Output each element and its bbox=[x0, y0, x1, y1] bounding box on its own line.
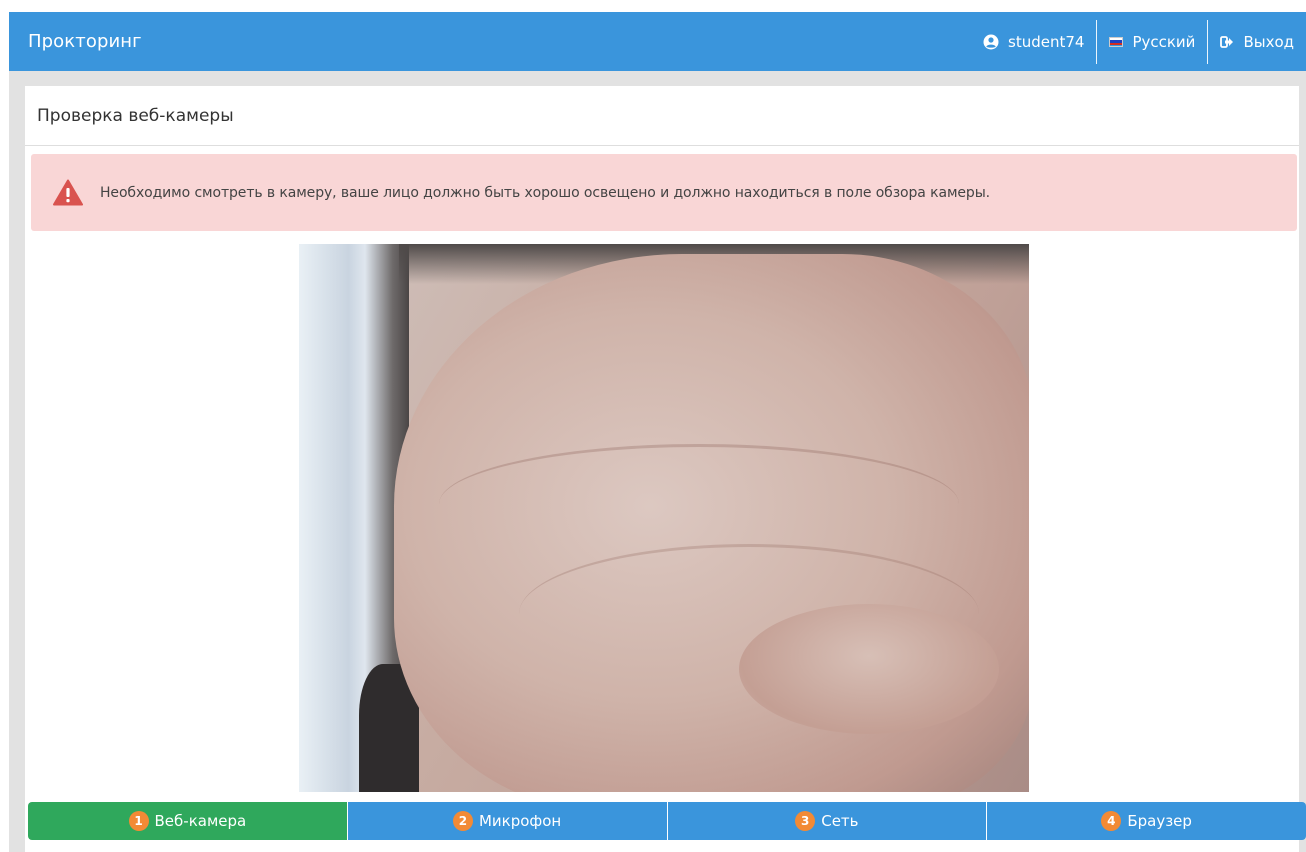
nav-divider bbox=[1207, 19, 1209, 64]
panel-title: Проверка веб-камеры bbox=[25, 86, 1299, 146]
navbar-right: student74 Русский Выход bbox=[971, 12, 1306, 71]
content-frame: Проверка веб-камеры Необходимо смотреть … bbox=[9, 71, 1306, 852]
step-label: Микрофон bbox=[478, 812, 562, 830]
brand-title[interactable]: Прокторинг bbox=[9, 31, 971, 52]
russian-flag-icon bbox=[1109, 36, 1124, 47]
sign-out-icon bbox=[1220, 35, 1234, 48]
webcam-preview bbox=[299, 244, 1029, 792]
nav-divider bbox=[1096, 19, 1098, 64]
top-strip bbox=[0, 0, 1306, 12]
logout-label: Выход bbox=[1243, 32, 1294, 51]
navbar: Прокторинг student74 Русский Выход bbox=[9, 12, 1306, 71]
step-number-badge: 4 bbox=[1101, 811, 1122, 831]
warning-triangle-icon bbox=[53, 179, 83, 206]
check-steps: 1 Веб-камера 2 Микрофон 3 Сеть 4 Браузер bbox=[28, 802, 1306, 840]
step-number-badge: 3 bbox=[795, 811, 816, 831]
step-label: Браузер bbox=[1127, 812, 1192, 830]
step-network[interactable]: 3 Сеть bbox=[667, 802, 988, 840]
step-label: Веб-камера bbox=[154, 812, 247, 830]
user-menu[interactable]: student74 bbox=[971, 12, 1096, 71]
user-circle-icon bbox=[983, 34, 999, 49]
webcam-check-panel: Проверка веб-камеры Необходимо смотреть … bbox=[25, 86, 1306, 852]
alert-message: Необходимо смотреть в камеру, ваше лицо … bbox=[100, 184, 991, 201]
step-label: Сеть bbox=[821, 812, 859, 830]
language-label: Русский bbox=[1132, 32, 1196, 51]
step-browser[interactable]: 4 Браузер bbox=[987, 802, 1306, 840]
step-webcam[interactable]: 1 Веб-камера bbox=[28, 802, 348, 840]
username: student74 bbox=[1008, 32, 1085, 51]
step-number-badge: 1 bbox=[128, 811, 149, 831]
step-microphone[interactable]: 2 Микрофон bbox=[347, 802, 668, 840]
step-number-badge: 2 bbox=[452, 811, 473, 831]
language-selector[interactable]: Русский bbox=[1097, 12, 1207, 71]
logout-button[interactable]: Выход bbox=[1208, 12, 1306, 71]
warning-alert: Необходимо смотреть в камеру, ваше лицо … bbox=[31, 154, 1297, 231]
